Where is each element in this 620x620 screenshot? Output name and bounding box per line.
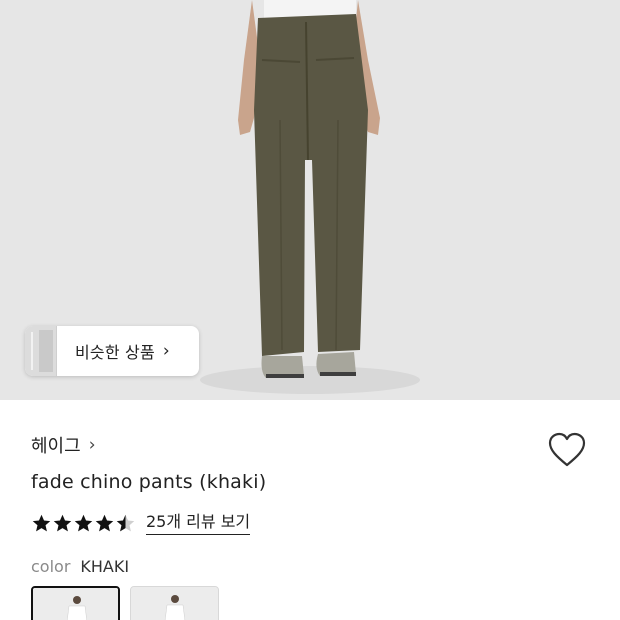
- chevron-right-icon: ›: [162, 341, 170, 361]
- swatch-alt[interactable]: [130, 586, 219, 620]
- brand-name: 헤이그: [31, 436, 81, 457]
- chevron-right-icon: ›: [88, 435, 96, 455]
- product-title: fade chino pants (khaki): [31, 471, 267, 493]
- product-hero-image[interactable]: 비슷한 상품 ›: [0, 0, 620, 400]
- star-full-icon: [53, 514, 72, 532]
- star-full-icon: [32, 514, 51, 532]
- rating-row: 25개 리뷰 보기: [31, 512, 251, 535]
- heart-outline-icon[interactable]: [548, 432, 586, 468]
- color-value: KHAKI: [80, 557, 130, 576]
- similar-products-button[interactable]: 비슷한 상품 ›: [25, 326, 199, 376]
- star-full-icon: [74, 514, 93, 532]
- color-row: color KHAKI: [31, 557, 129, 576]
- color-swatches: [31, 586, 219, 620]
- rating-stars: [31, 513, 136, 534]
- similar-thumbnail: [25, 326, 57, 376]
- star-full-icon: [95, 514, 114, 532]
- star-half-icon: [116, 514, 135, 532]
- color-label: color: [31, 557, 71, 576]
- swatch-khaki[interactable]: [31, 586, 120, 620]
- swatch-thumbnail: [131, 587, 218, 620]
- brand-link[interactable]: 헤이그 ›: [31, 432, 96, 458]
- reviews-link[interactable]: 25개 리뷰 보기: [146, 512, 251, 535]
- similar-products-label: 비슷한 상품: [75, 343, 155, 362]
- swatch-thumbnail: [33, 588, 118, 620]
